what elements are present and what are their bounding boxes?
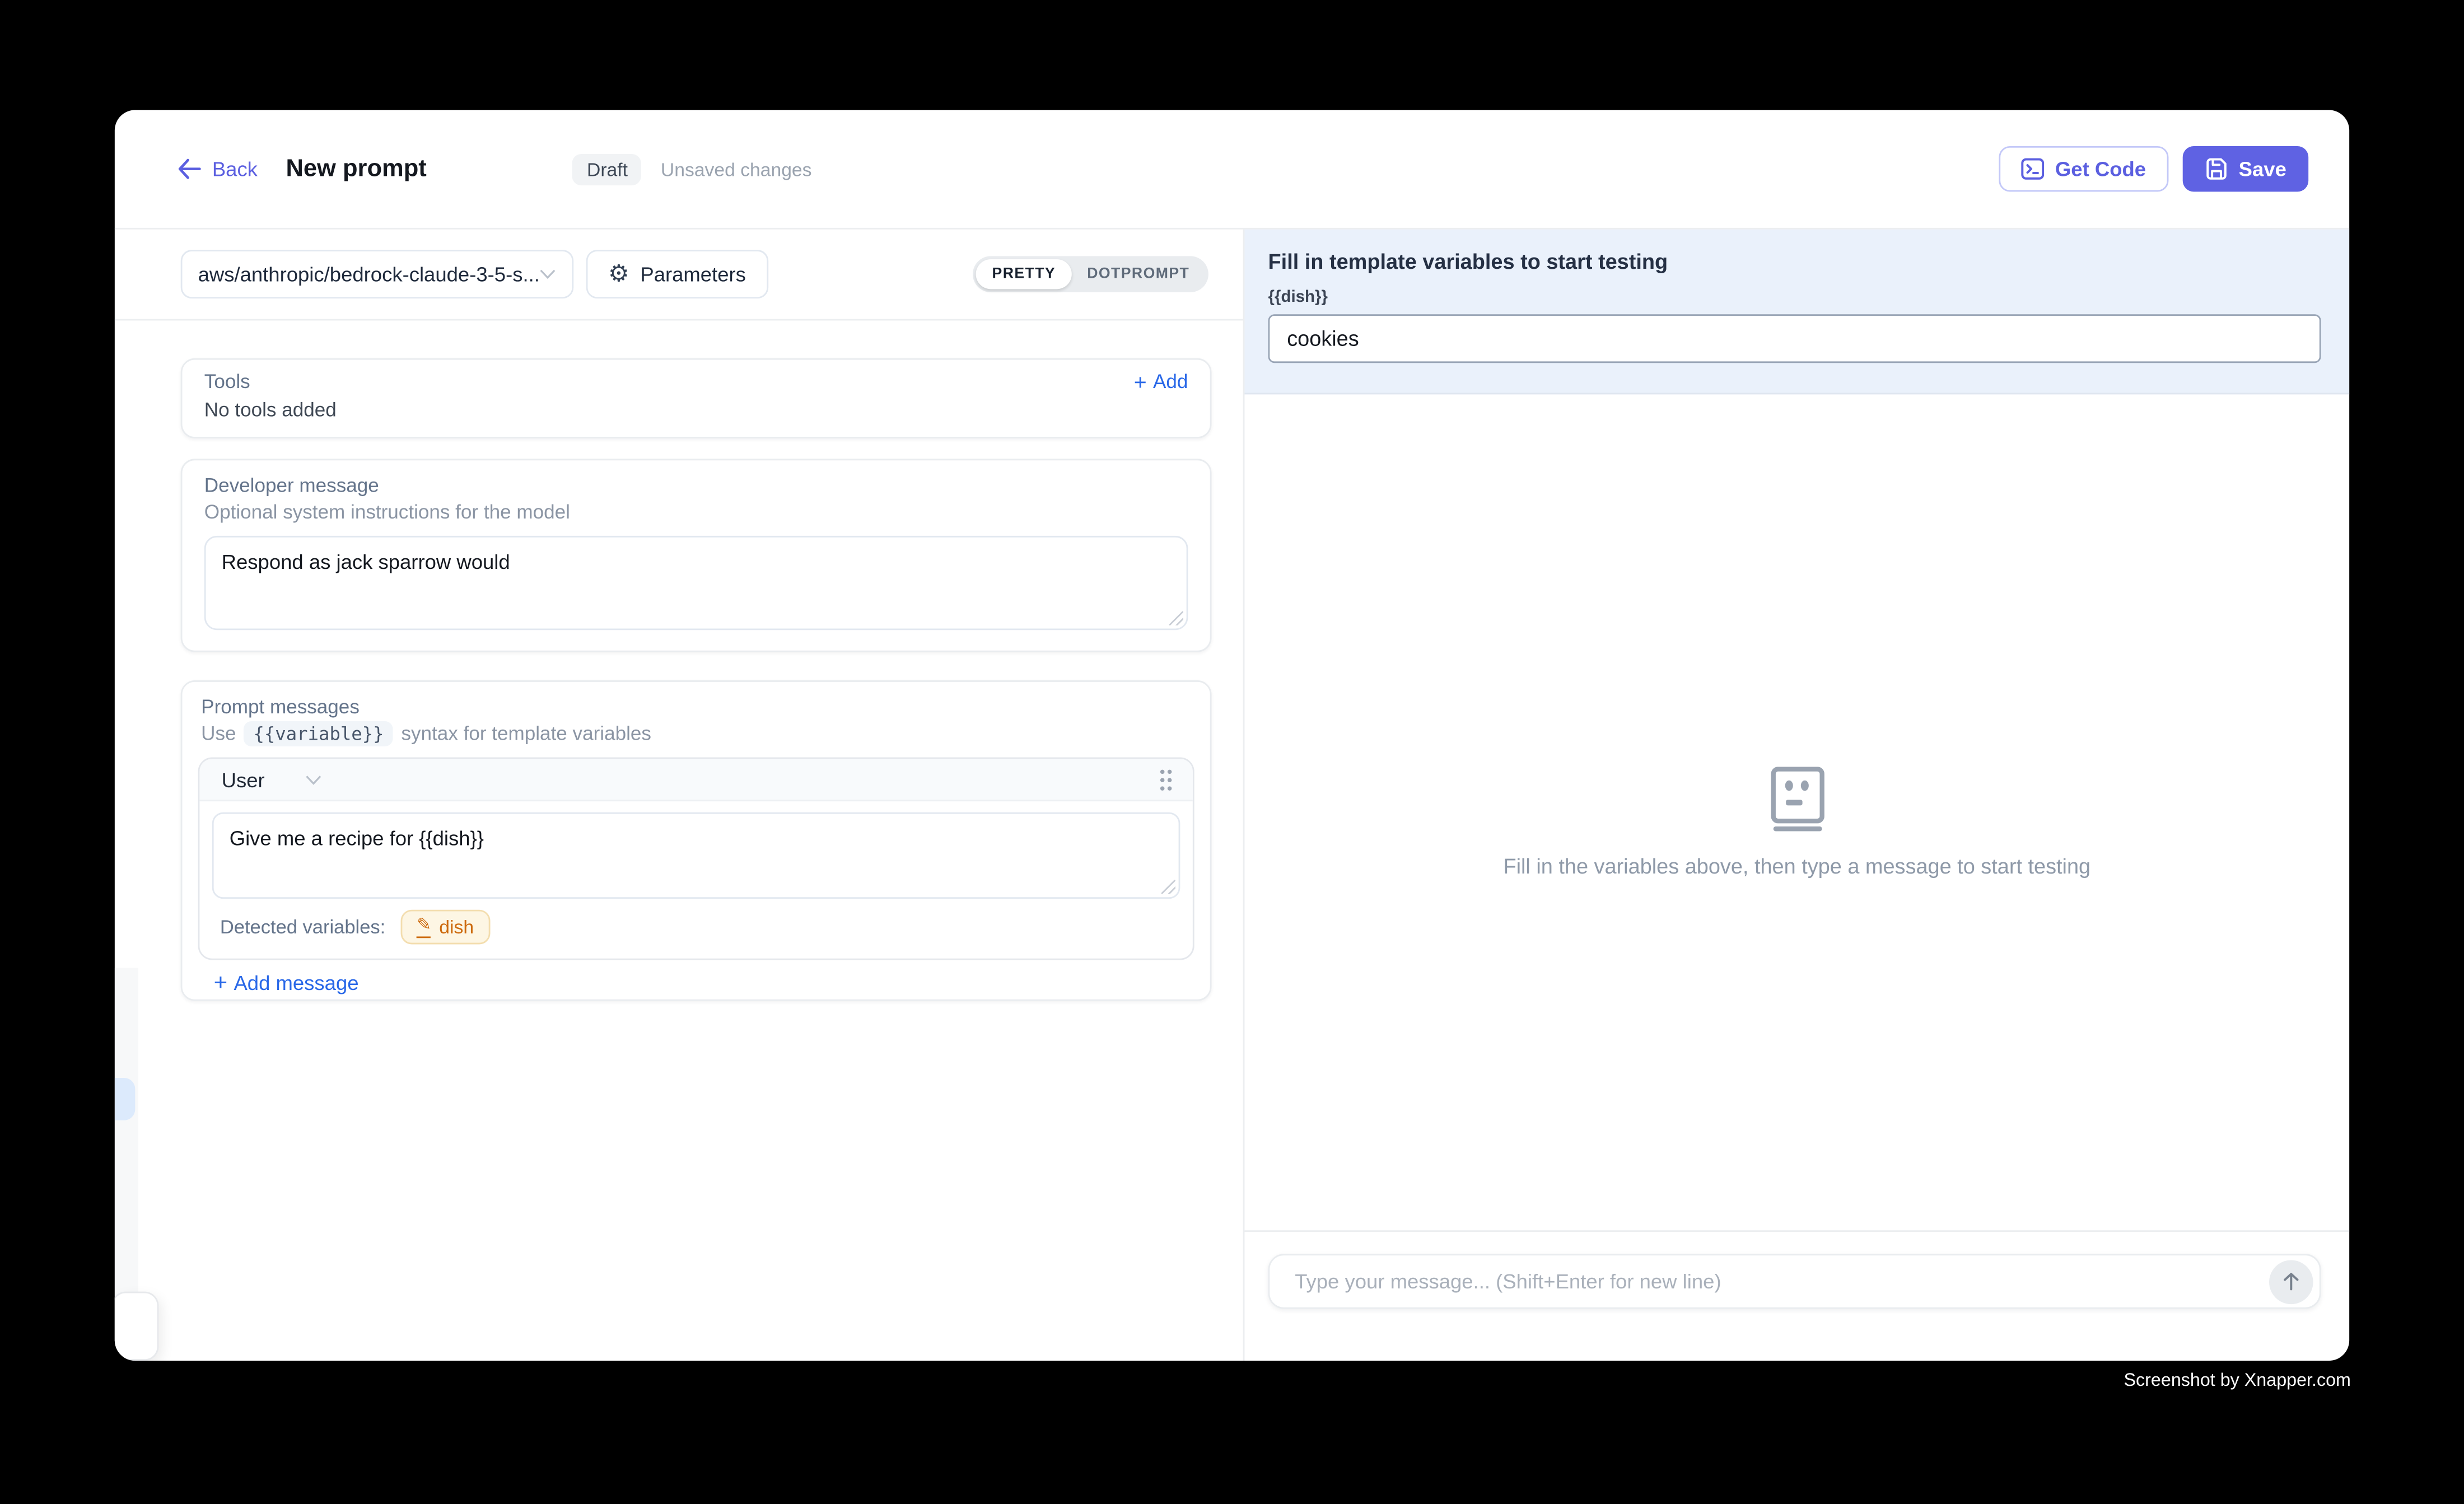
unsaved-changes-text: Unsaved changes [661,158,812,180]
chat-input-container [1268,1254,2321,1309]
chevron-down-icon[interactable] [306,774,323,785]
model-select-value: aws/anthropic/bedrock-claude-3-5-s... [198,263,539,286]
add-tool-label: Add [1153,371,1188,393]
parameters-button[interactable]: ⚙ Parameters [586,250,768,298]
prompt-messages-subtitle: Use {{variable}} syntax for template var… [201,721,1194,746]
send-button[interactable] [2269,1259,2313,1304]
variable-badge-dish[interactable]: ✎ dish [401,910,489,945]
parameters-label: Parameters [640,263,746,286]
pencil-icon: ✎ [417,917,431,937]
model-toolbar: aws/anthropic/bedrock-claude-3-5-s... ⚙ … [115,230,1243,321]
view-mode-toggle: PRETTY DOTPROMPT [973,256,1208,292]
get-code-button[interactable]: Get Code [1999,146,2168,191]
header: Back New prompt Draft Unsaved changes Ge… [115,110,2349,229]
tools-title: Tools [204,371,250,393]
chat-empty-state: Fill in the variables above, then type a… [1244,394,2349,1230]
toggle-dotprompt[interactable]: DOTPROMPT [1071,259,1205,289]
variable-syntax-chip: {{variable}} [244,721,394,746]
arrow-up-icon [2281,1271,2300,1291]
detected-variables-row: Detected variables: ✎ dish [212,899,1180,959]
screenshot-viewport: Back New prompt Draft Unsaved changes Ge… [0,0,2464,1503]
gear-icon: ⚙ [608,263,629,286]
developer-message-card: Developer message Optional system instru… [181,459,1212,652]
chat-input-row [1244,1230,2349,1361]
message-block: User Give me a recipe for {{dish}} [198,758,1194,960]
get-code-label: Get Code [2055,157,2146,181]
template-variables-panel: Fill in template variables to start test… [1244,230,2349,395]
chat-message-input[interactable] [1295,1269,2269,1293]
message-role-header: User [199,759,1192,801]
prompt-messages-title: Prompt messages [201,696,1194,718]
prompt-editor-window: Back New prompt Draft Unsaved changes Ge… [115,110,2349,1361]
tools-card: Tools + Add No tools added [181,358,1212,438]
sidebar-popover [115,1292,159,1361]
prompt-messages-card: Prompt messages Use {{variable}} syntax … [181,680,1212,1001]
sidebar-active-item[interactable] [115,1078,135,1120]
add-tool-button[interactable]: + Add [1134,371,1188,393]
back-label: Back [212,157,258,181]
developer-message-textarea[interactable]: Respond as jack sparrow would [204,536,1188,630]
empty-state-text: Fill in the variables above, then type a… [1503,855,2090,879]
save-icon [2204,157,2228,181]
variable-badge-label: dish [439,916,474,938]
tools-empty-text: No tools added [204,399,1188,421]
model-select[interactable]: aws/anthropic/bedrock-claude-3-5-s... [181,250,574,298]
developer-message-subtitle: Optional system instructions for the mod… [204,501,1188,523]
add-message-button[interactable]: + Add message [214,971,359,994]
status-badge: Draft [573,153,642,185]
variables-panel-title: Fill in template variables to start test… [1268,250,2321,273]
developer-message-title: Developer message [204,474,1188,496]
drag-handle-icon[interactable] [1158,768,1174,791]
subtitle-prefix: Use [201,723,236,745]
editor-column: aws/anthropic/bedrock-claude-3-5-s... ⚙ … [115,230,1245,1361]
save-label: Save [2239,157,2286,181]
resize-handle-icon[interactable] [1161,880,1175,894]
detected-variables-label: Detected variables: [220,916,385,938]
main-content: aws/anthropic/bedrock-claude-3-5-s... ⚙ … [115,230,2349,1361]
variable-value-input[interactable] [1268,314,2321,363]
back-arrow-icon [178,158,201,179]
chevron-down-icon [539,269,556,280]
testing-column: Fill in template variables to start test… [1244,230,2349,1361]
role-select-value[interactable]: User [222,768,265,791]
message-content-textarea[interactable]: Give me a recipe for {{dish}} [212,812,1180,899]
watermark-text: Screenshot by Xnapper.com [2124,1372,2351,1391]
page-title: New prompt [286,155,426,183]
save-button[interactable]: Save [2182,146,2309,191]
terminal-icon [2020,157,2044,181]
resize-handle-icon[interactable] [1169,611,1183,625]
toggle-pretty[interactable]: PRETTY [976,259,1071,289]
plus-icon: + [1134,371,1147,393]
subtitle-suffix: syntax for template variables [401,723,651,745]
message-body: Give me a recipe for {{dish}} Detected v… [199,801,1192,959]
plus-icon: + [214,971,228,994]
back-button[interactable]: Back [178,157,258,181]
bot-face-icon [1770,767,1823,831]
add-message-label: Add message [234,971,358,994]
variable-name-label: {{dish}} [1268,288,2321,307]
